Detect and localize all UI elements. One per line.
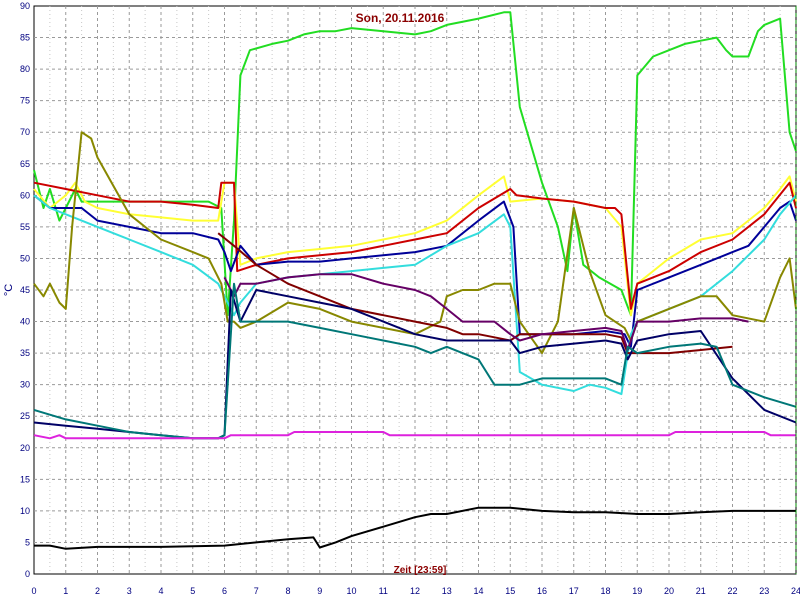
y-tick-label: 45 — [20, 285, 30, 295]
x-tick-label: 12 — [410, 586, 420, 596]
x-tick-label: 0 — [31, 586, 36, 596]
y-tick-label: 75 — [20, 96, 30, 106]
x-tick-label: 1 — [63, 586, 68, 596]
x-tick-label: 18 — [600, 586, 610, 596]
x-tick-label: 8 — [285, 586, 290, 596]
y-tick-label: 50 — [20, 253, 30, 263]
y-tick-label: 20 — [20, 443, 30, 453]
x-axis-label: Zeit [23:59] — [394, 565, 447, 576]
y-tick-label: 90 — [20, 1, 30, 11]
x-tick-label: 24 — [791, 586, 800, 596]
x-tick-label: 16 — [537, 586, 547, 596]
x-tick-label: 15 — [505, 586, 515, 596]
y-tick-label: 70 — [20, 127, 30, 137]
y-tick-label: 55 — [20, 222, 30, 232]
y-tick-label: 65 — [20, 159, 30, 169]
x-tick-label: 22 — [727, 586, 737, 596]
y-tick-label: 0 — [25, 569, 30, 579]
x-tick-label: 9 — [317, 586, 322, 596]
chart-title: Son, 20.11.2016 — [356, 11, 445, 25]
x-tick-label: 5 — [190, 586, 195, 596]
x-tick-label: 14 — [473, 586, 483, 596]
y-tick-label: 60 — [20, 190, 30, 200]
x-tick-label: 20 — [664, 586, 674, 596]
temperature-chart: 0 1 2 3 4 5 6 7 8 9 10 11 12 13 14 15 16 17 18 19 20 21 22 23 24… — [3, 1, 800, 596]
x-tick-label: 17 — [569, 586, 579, 596]
x-tick-label: 13 — [442, 586, 452, 596]
x-tick-label: 11 — [379, 586, 388, 596]
y-tick-label: 30 — [20, 380, 30, 390]
y-axis-label: °C — [3, 284, 15, 296]
x-tick-label: 3 — [127, 586, 132, 596]
y-tick-label: 40 — [20, 317, 30, 327]
y-tick-label: 5 — [25, 537, 30, 547]
x-tick-label: 21 — [696, 586, 706, 596]
x-tick-label: 2 — [95, 586, 100, 596]
y-tick-label: 80 — [20, 64, 30, 74]
y-tick-label: 85 — [20, 33, 30, 43]
x-tick-label: 7 — [254, 586, 259, 596]
x-tick-label: 19 — [632, 586, 642, 596]
y-tick-label: 35 — [20, 348, 30, 358]
y-tick-label: 25 — [20, 411, 30, 421]
x-tick-label: 10 — [346, 586, 356, 596]
y-tick-label: 15 — [20, 474, 30, 484]
x-tick-label: 6 — [222, 586, 227, 596]
x-tick-label: 23 — [759, 586, 769, 596]
x-tick-label: 4 — [158, 586, 163, 596]
y-tick-label: 10 — [20, 506, 30, 516]
